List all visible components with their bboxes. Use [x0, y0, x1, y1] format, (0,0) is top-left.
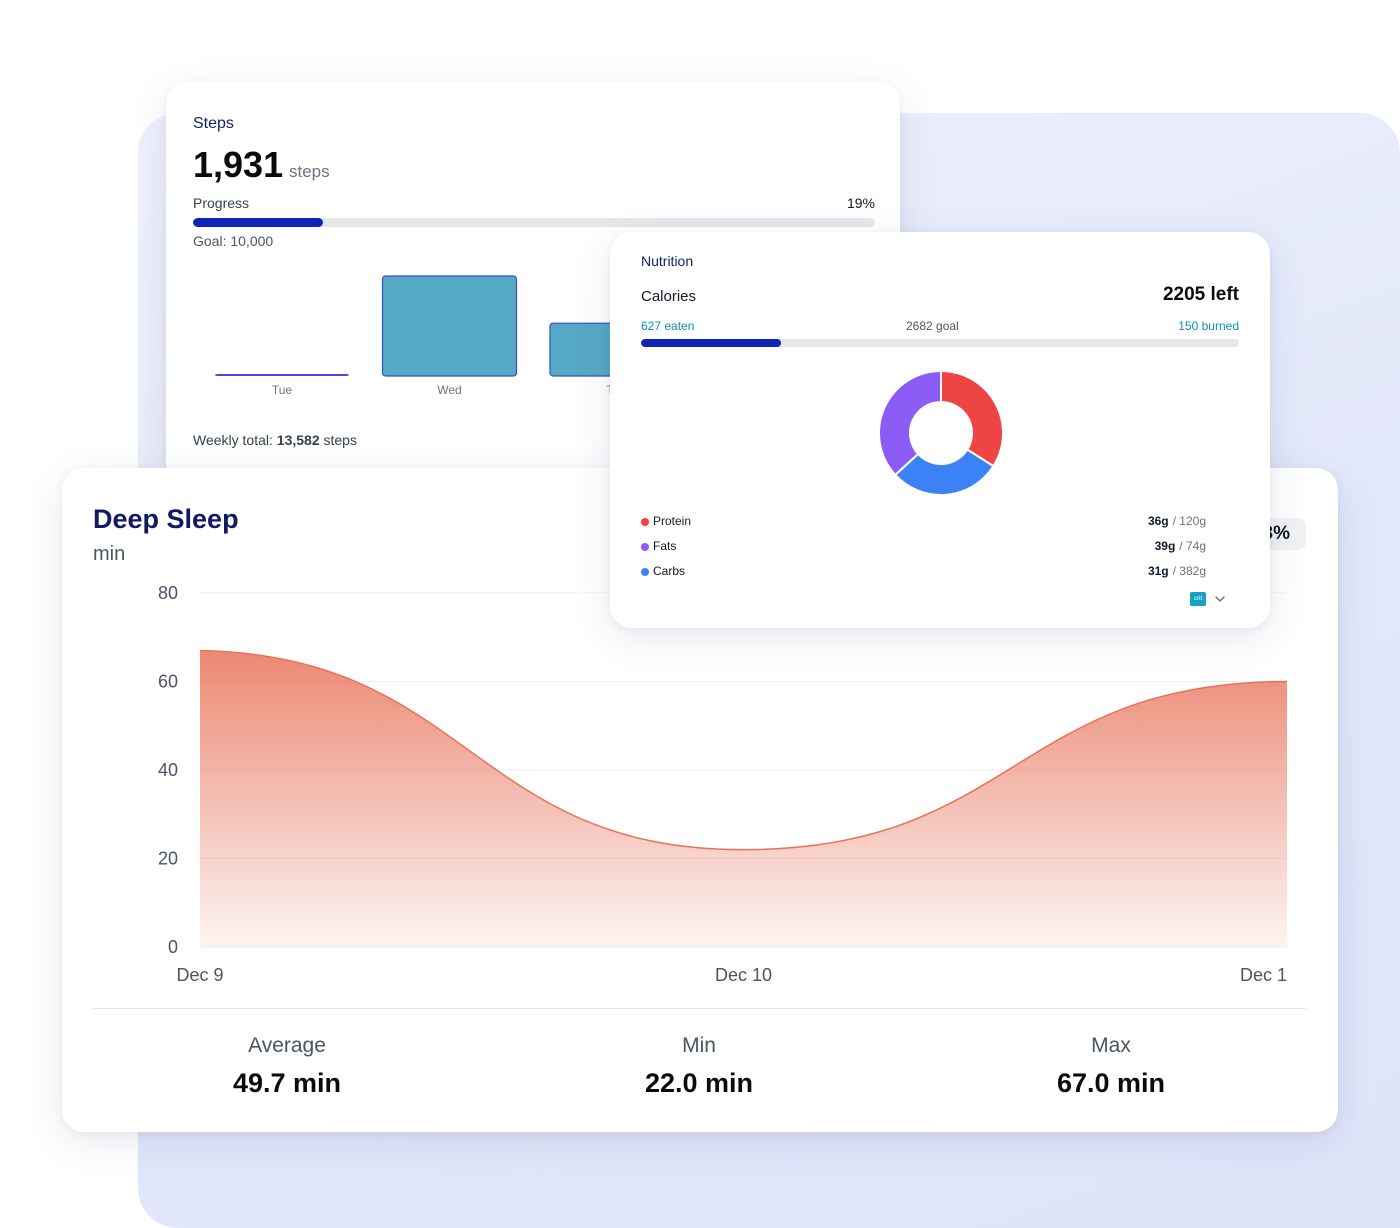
macro-values: 31g/ 382g: [1148, 564, 1206, 578]
stats-divider: [93, 1008, 1306, 1009]
steps-bar-chart: TueWedThu: [215, 275, 613, 397]
calories-goal: 2682 goal: [906, 319, 959, 333]
calories-progress-bar: [641, 339, 1239, 347]
macro-goal: / 120g: [1172, 514, 1206, 528]
y-tick-label: 0: [168, 937, 178, 957]
stat-min-value: 22.0 min: [644, 1068, 754, 1098]
macro-donut-chart: [878, 369, 1004, 496]
calories-progress-fill: [641, 339, 781, 347]
macro-values: 39g/ 74g: [1155, 539, 1206, 553]
macro-row-carbs: Carbs 31g/ 382g: [641, 563, 1206, 581]
protein-dot: [641, 518, 649, 526]
x-tick-label: Dec 1: [1240, 965, 1287, 985]
macro-eaten: 36g: [1147, 514, 1169, 528]
macro-eaten: 31g: [1147, 564, 1169, 578]
carbs-dot: [641, 568, 649, 576]
weekly-total-prefix: Weekly total:: [193, 432, 273, 448]
steps-bar-label: Tue: [272, 383, 293, 397]
deep-sleep-unit: min: [93, 543, 126, 565]
progress-percent: 19%: [846, 195, 875, 211]
steps-progress-fill: [193, 218, 323, 227]
macro-eaten: 39g: [1154, 539, 1176, 553]
stat-min-label: Min: [682, 1034, 716, 1057]
steps-bar: [215, 374, 349, 376]
macro-goal: / 382g: [1172, 564, 1206, 578]
deep-sleep-area: [200, 650, 1287, 947]
stat-average-value: 49.7 min: [232, 1068, 342, 1098]
steps-bar: [549, 322, 613, 377]
app-logo-icon[interactable]: crit: [1190, 592, 1206, 606]
macro-name: Fats: [653, 539, 677, 553]
y-tick-label: 20: [158, 849, 178, 869]
steps-bar-label: Wed: [437, 383, 461, 397]
stat-average: Average 49.7 min: [137, 1034, 437, 1099]
calories-eaten: 627 eaten: [641, 319, 695, 333]
x-tick-label: Dec 10: [715, 965, 772, 985]
nutrition-card: Nutrition Calories 2205 left 627 eaten 2…: [610, 232, 1270, 628]
macro-name: Carbs: [653, 564, 686, 578]
macro-row-fats: Fats 39g/ 74g: [641, 538, 1206, 556]
macro-slice-fats: [878, 369, 942, 477]
x-tick-label: Dec 9: [176, 965, 223, 985]
stat-max-value: 67.0 min: [1056, 1068, 1166, 1098]
stat-max: Max 67.0 min: [961, 1034, 1261, 1099]
calories-left: 2205 left: [1162, 284, 1239, 305]
stat-average-label: Average: [248, 1034, 326, 1057]
steps-title: Steps: [193, 115, 234, 132]
deep-sleep-title: Deep Sleep: [93, 504, 239, 534]
weekly-total-suffix: steps: [323, 432, 357, 448]
macro-name: Protein: [653, 514, 692, 528]
steps-unit: steps: [289, 162, 330, 181]
steps-value: 1,931: [193, 144, 284, 185]
y-tick-label: 60: [158, 672, 178, 692]
y-tick-label: 40: [158, 760, 178, 780]
macro-values: 36g/ 120g: [1148, 514, 1206, 528]
weekly-total-value: 13,582: [276, 432, 320, 448]
stat-min: Min 22.0 min: [549, 1034, 849, 1099]
y-tick-label: 80: [158, 583, 178, 603]
nutrition-title: Nutrition: [641, 253, 694, 269]
macro-goal: / 74g: [1179, 539, 1206, 553]
goal-label: Goal: 10,000: [193, 233, 274, 249]
calories-label: Calories: [641, 288, 697, 305]
weekly-total: Weekly total: 13,582 steps: [193, 432, 357, 448]
stat-max-label: Max: [1091, 1034, 1131, 1057]
steps-bar: [381, 275, 518, 377]
macro-row-protein: Protein 36g/ 120g: [641, 513, 1206, 531]
chevron-down-icon[interactable]: [1214, 593, 1226, 605]
progress-label: Progress: [193, 195, 250, 211]
fats-dot: [641, 543, 649, 551]
steps-progress-bar: [193, 218, 875, 227]
calories-burned: 150 burned: [1178, 319, 1239, 333]
